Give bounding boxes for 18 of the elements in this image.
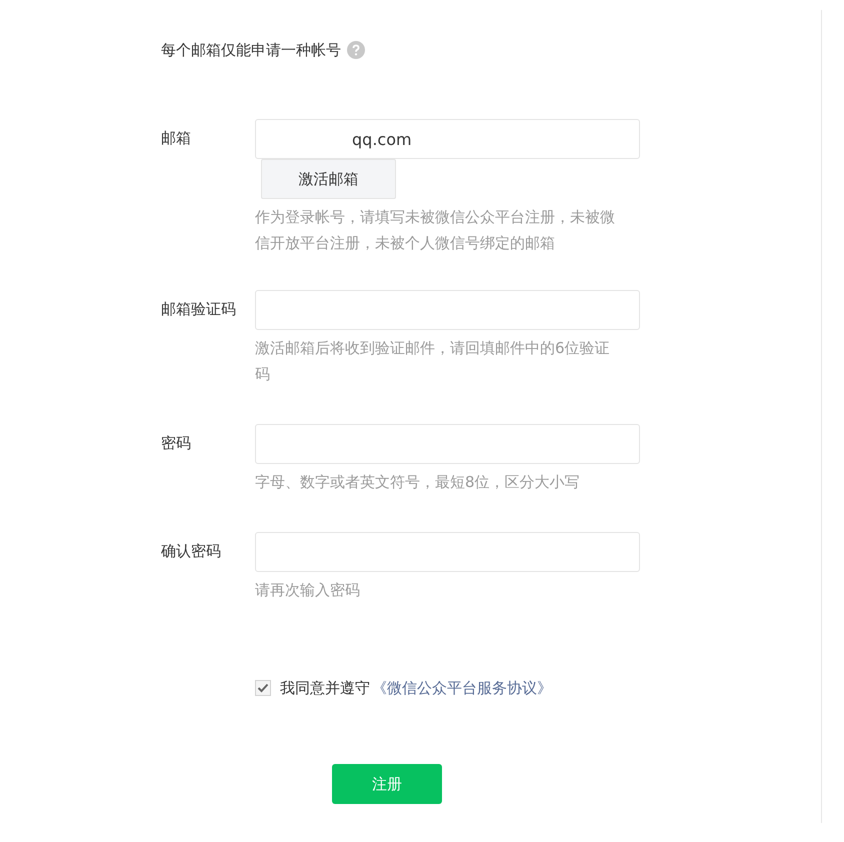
agreement-link[interactable]: 《微信公众平台服务协议》 — [372, 678, 552, 698]
field-label: 邮箱 — [161, 128, 192, 149]
hint-text: 字母、数字或者英文符号，最短8位，区分大小写 — [255, 472, 581, 493]
input-field[interactable] — [255, 532, 640, 572]
field-label: 密码 — [161, 433, 192, 454]
activate-email-button[interactable]: 激活邮箱 — [261, 159, 396, 199]
agreement-text: 我同意并遵守 — [280, 678, 370, 698]
hint-text: 作为登录帐号，请填写未被微信公众平台注册，未被微信开放平台注册，未被个人微信号绑定的邮箱 — [255, 207, 615, 254]
field-label: 邮箱验证码 — [161, 299, 237, 320]
input-field[interactable] — [255, 290, 640, 330]
notice-text: 每个邮箱仅能申请一种帐号 — [161, 40, 341, 60]
agreement-checkbox[interactable] — [255, 680, 271, 696]
input-field[interactable] — [255, 424, 640, 464]
input-field[interactable]: qq.com — [255, 119, 640, 159]
help-icon[interactable] — [347, 41, 365, 59]
hint-text: 请再次输入密码 — [255, 580, 361, 601]
hint-text: 激活邮箱后将收到验证邮件，请回填邮件中的6位验证码 — [255, 338, 611, 385]
field-label: 确认密码 — [161, 541, 222, 562]
